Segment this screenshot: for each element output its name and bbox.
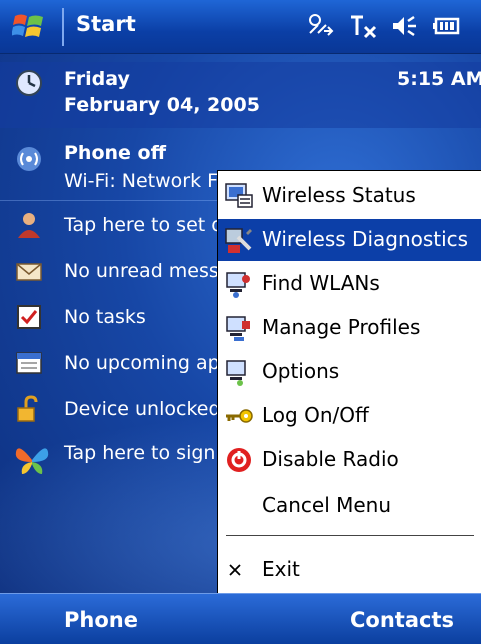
soft-key-bar: Phone Contacts: [0, 593, 481, 644]
time-display: 5:15 AM: [397, 68, 481, 90]
clock-icon: [16, 70, 42, 96]
menu-item-label: Options: [262, 359, 340, 383]
menu-item-exit[interactable]: Exit: [218, 549, 481, 591]
menu-item-find-wlans[interactable]: Find WLANs: [218, 263, 481, 305]
menu-item-label: Wireless Status: [262, 183, 416, 207]
power-icon: [227, 448, 251, 472]
date-day: Friday: [64, 68, 130, 90]
menu-item-wireless-diagnostics[interactable]: Wireless Diagnostics: [218, 219, 481, 261]
menu-item-manage-profiles[interactable]: Manage Profiles: [218, 307, 481, 349]
calendar-icon: [16, 352, 42, 374]
signal-off-icon[interactable]: [348, 11, 378, 41]
battery-icon[interactable]: [432, 11, 462, 41]
connectivity-icon[interactable]: [306, 11, 336, 41]
wireless-diagnostics-icon: [225, 228, 252, 253]
butterfly-icon: [15, 448, 49, 474]
speaker-icon[interactable]: [390, 11, 420, 41]
menu-item-disable-radio[interactable]: Disable Radio: [218, 439, 481, 481]
start-button[interactable]: Start: [0, 0, 142, 53]
tasks-text: No tasks: [64, 306, 146, 328]
menu-item-label: Find WLANs: [262, 271, 380, 295]
close-icon: [229, 564, 241, 576]
menu-item-cancel-menu[interactable]: Cancel Menu: [218, 485, 481, 527]
context-menu: Wireless Status Wireless Diagnostics Fin…: [217, 170, 481, 600]
find-wlans-icon: [226, 272, 250, 298]
date-item[interactable]: Friday February 04, 2005 5:15 AM: [0, 62, 481, 128]
envelope-icon: [16, 263, 42, 281]
phone-status: Phone off: [64, 142, 166, 164]
unlocked-padlock-icon: [17, 395, 38, 422]
phone-softkey[interactable]: Phone: [64, 608, 138, 632]
title-separator: [62, 8, 64, 46]
status-icons[interactable]: [306, 8, 462, 44]
menu-item-log-on-off[interactable]: Log On/Off: [218, 395, 481, 437]
contacts-softkey[interactable]: Contacts: [350, 608, 454, 632]
title-bar: Start: [0, 0, 481, 54]
menu-item-wireless-status[interactable]: Wireless Status: [218, 175, 481, 217]
manage-profiles-icon: [226, 316, 250, 341]
task-checkbox-icon: [17, 305, 41, 329]
menu-item-label: Log On/Off: [262, 403, 369, 427]
phone-radio-icon: [17, 147, 41, 171]
menu-item-label: Disable Radio: [262, 447, 399, 471]
lock-text: Device unlocked: [64, 398, 221, 420]
signin-text: Tap here to sign in: [64, 442, 239, 464]
menu-item-options[interactable]: Options: [218, 351, 481, 393]
wireless-status-icon: [225, 183, 253, 208]
start-label: Start: [76, 12, 136, 36]
menu-item-label: Exit: [262, 557, 300, 581]
windows-flag-icon: [12, 14, 43, 37]
menu-item-label: Manage Profiles: [262, 315, 421, 339]
date-full: February 04, 2005: [64, 94, 260, 116]
menu-separator: [226, 535, 474, 536]
menu-item-label: Cancel Menu: [262, 493, 392, 517]
key-icon: [226, 409, 253, 423]
options-icon: [226, 360, 246, 386]
person-icon: [18, 213, 40, 238]
menu-item-label: Wireless Diagnostics: [262, 227, 469, 251]
